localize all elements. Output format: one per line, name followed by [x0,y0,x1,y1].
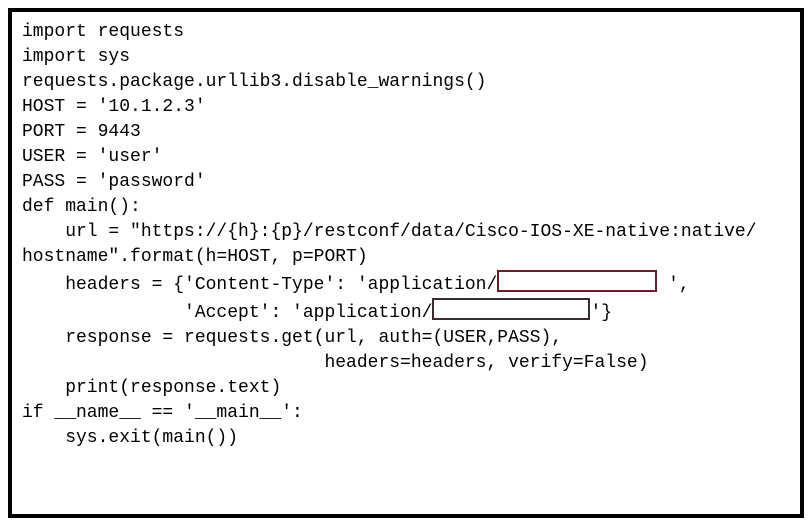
code-line-port: PORT = 9443 [22,120,790,145]
code-line-headers-accept: 'Accept': 'application/ '} [22,298,790,326]
code-line-disable-warnings: requests.package.urllib3.disable_warning… [22,70,790,95]
code-line-sys-exit: sys.exit(main()) [22,426,790,451]
code-line-url-2: hostname".format(h=HOST, p=PORT) [22,245,790,270]
code-line-headers-content-type: headers = {'Content-Type': 'application/… [22,270,790,298]
code-line-if-name-main: if __name__ == '__main__': [22,401,790,426]
code-line-url-1: url = "https://{h}:{p}/restconf/data/Cis… [22,220,790,245]
headers-post-2: '} [590,303,612,323]
code-line-def-main: def main(): [22,195,790,220]
code-line-pass: PASS = 'password' [22,170,790,195]
headers-pre-2: 'Accept': 'application/ [22,303,432,323]
fill-in-blank-content-type[interactable] [497,270,657,292]
code-line-import-sys: import sys [22,45,790,70]
code-line-response-1: response = requests.get(url, auth=(USER,… [22,326,790,351]
headers-pre-1: headers = {'Content-Type': 'application/ [22,275,497,295]
code-box: import requests import sys requests.pack… [8,8,804,518]
code-line-response-2: headers=headers, verify=False) [22,351,790,376]
headers-post-1: ', [657,275,689,295]
code-line-import-requests: import requests [22,20,790,45]
code-line-host: HOST = '10.1.2.3' [22,95,790,120]
fill-in-blank-accept[interactable] [432,298,590,320]
page: import requests import sys requests.pack… [0,0,812,526]
code-line-print: print(response.text) [22,376,790,401]
code-line-user: USER = 'user' [22,145,790,170]
